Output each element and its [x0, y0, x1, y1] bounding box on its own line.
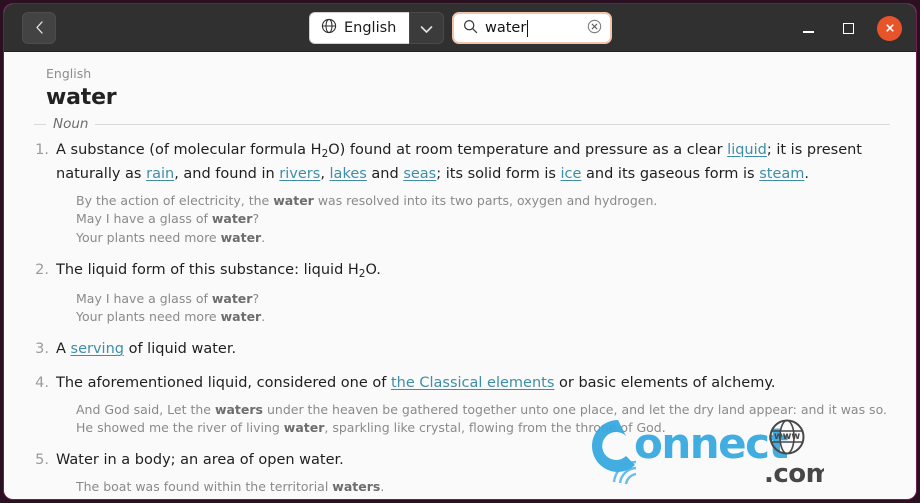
definition-number: 3. — [35, 341, 49, 358]
definition-row: 5. Water in a body; an area of open water… — [26, 449, 894, 471]
maximize-icon — [842, 22, 854, 34]
search-input-value: water — [485, 20, 527, 36]
search-input[interactable]: water — [452, 12, 612, 44]
close-button[interactable] — [877, 15, 902, 41]
clear-circle-icon[interactable] — [587, 19, 602, 38]
app-window: English water English water Noun 1. A su… — [4, 4, 916, 499]
part-of-speech-label: Noun — [53, 116, 89, 132]
example-sentence: The boat was found within the territoria… — [76, 479, 385, 495]
definition-text: The aforementioned liquid, considered on… — [56, 374, 776, 391]
definition-number: 4. — [35, 374, 49, 391]
definition-link[interactable]: rivers — [279, 166, 320, 182]
definition-number: 5. — [35, 452, 49, 469]
example-list: And God said, Let the waters under the h… — [76, 401, 894, 438]
definition-list: 1. A substance (of molecular formula H2O)… — [26, 139, 894, 498]
search-icon — [463, 19, 478, 38]
definition-item: 4. The aforementioned liquid, considered … — [26, 372, 894, 438]
example-sentence: Your plants need more water. — [76, 309, 266, 325]
definition-text: A serving of liquid water. — [56, 341, 237, 358]
language-button[interactable]: English — [309, 12, 410, 44]
example-list: May I have a glass of water? Your plants … — [76, 290, 894, 327]
example-sentence: Your plants need more water. — [76, 229, 266, 245]
definition-number: 2. — [35, 261, 49, 278]
definition-row: 3. A serving of liquid water. — [26, 338, 894, 360]
definition-number: 1. — [35, 142, 49, 158]
divider-right — [95, 123, 890, 125]
definition-link[interactable]: the Classical elements — [391, 375, 554, 391]
example-sentence: By the action of electricity, the water … — [76, 192, 658, 208]
definition-text: A substance (of molecular formula H2O) f… — [56, 142, 862, 182]
definition-row: 2. The liquid form of this substance: liq… — [26, 259, 894, 283]
example-sentence: These seals are a common sight in the co… — [76, 497, 894, 499]
example-sentence: May I have a glass of water? — [76, 211, 260, 227]
definition-item: 3. A serving of liquid water. — [26, 338, 894, 360]
chevron-down-icon — [420, 19, 433, 38]
search-box: water — [452, 12, 612, 44]
back-button[interactable] — [22, 11, 56, 44]
part-of-speech-row: Noun — [34, 116, 894, 132]
definition-link[interactable]: lakes — [330, 166, 367, 182]
definition-link[interactable]: liquid — [727, 142, 767, 158]
example-sentence: And God said, Let the waters under the h… — [76, 401, 887, 417]
definition-text: The liquid form of this substance: liqui… — [56, 261, 381, 280]
language-dropdown-button[interactable] — [409, 12, 445, 44]
definition-row: 1. A substance (of molecular formula H2O)… — [26, 139, 894, 185]
example-sentence: He showed me the river of living water, … — [76, 419, 666, 435]
definition-link[interactable]: steam — [759, 166, 804, 182]
definition-link[interactable]: rain — [146, 166, 174, 182]
chevron-left-icon — [33, 20, 46, 35]
title-bar: English water — [4, 4, 916, 52]
page-title: water — [46, 85, 117, 110]
minimize-icon — [802, 30, 814, 33]
definition-link[interactable]: serving — [71, 341, 124, 357]
language-button-label: English — [344, 20, 397, 36]
maximize-button[interactable] — [837, 17, 859, 39]
definition-item: 2. The liquid form of this substance: liq… — [26, 259, 894, 327]
toolbar-center-group: English water — [309, 12, 612, 44]
example-list: By the action of electricity, the water … — [76, 192, 894, 247]
globe-icon — [321, 18, 337, 38]
minimize-button[interactable] — [797, 17, 819, 39]
definition-row: 4. The aforementioned liquid, considered … — [26, 372, 894, 394]
definition-panel: English water Noun 1. A substance (of mol… — [4, 52, 916, 498]
close-icon — [884, 19, 896, 38]
definition-item: 5. Water in a body; an area of open water… — [26, 449, 894, 498]
divider-left — [34, 123, 46, 125]
definition-item: 1. A substance (of molecular formula H2O)… — [26, 139, 894, 247]
text-caret — [527, 19, 529, 37]
example-list: The boat was found within the territoria… — [76, 478, 894, 498]
search-input-value-wrap: water — [485, 19, 580, 37]
definition-link[interactable]: ice — [561, 166, 582, 182]
example-sentence: May I have a glass of water? — [76, 290, 260, 306]
definition-link[interactable]: seas — [403, 166, 436, 182]
entry-language: English — [46, 66, 92, 81]
definition-text: Water in a body; an area of open water. — [56, 452, 344, 469]
window-controls — [797, 4, 902, 52]
